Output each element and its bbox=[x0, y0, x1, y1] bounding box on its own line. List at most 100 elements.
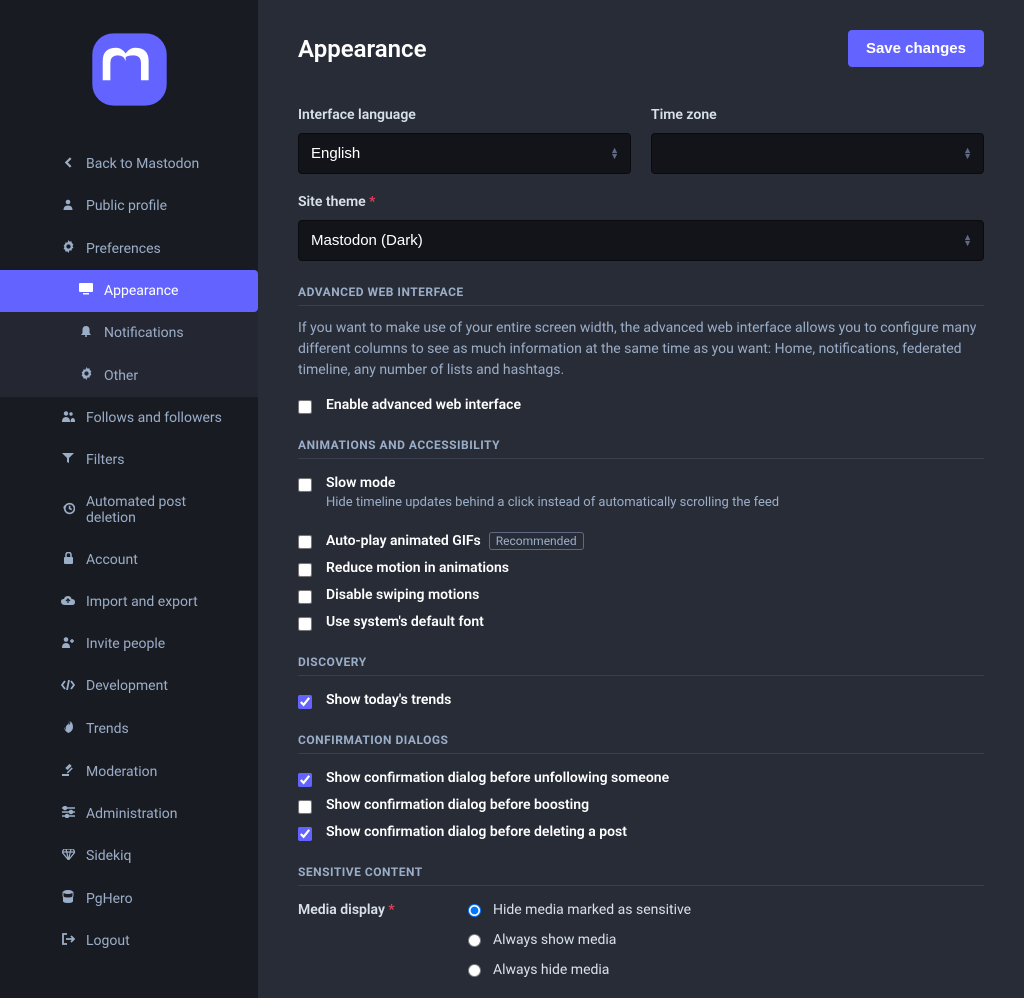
media-always-show-label: Always show media bbox=[493, 932, 616, 948]
gear-icon bbox=[78, 367, 94, 384]
disable-swiping-label: Disable swiping motions bbox=[326, 587, 479, 603]
bell-icon bbox=[78, 325, 94, 341]
filter-icon bbox=[60, 452, 76, 468]
users-icon bbox=[60, 410, 76, 426]
sidebar-item-label: Development bbox=[86, 678, 168, 694]
confirm-delete-checkbox[interactable] bbox=[298, 827, 312, 841]
site-theme-label: Site theme * bbox=[298, 194, 984, 210]
enable-advanced-checkbox[interactable] bbox=[298, 400, 312, 414]
interface-language-label: Interface language bbox=[298, 107, 631, 123]
sidebar-item-other[interactable]: Other bbox=[0, 354, 258, 397]
animations-section-title: ANIMATIONS AND ACCESSIBILITY bbox=[298, 438, 984, 459]
autoplay-label: Auto-play animated GIFsRecommended bbox=[326, 532, 584, 550]
main-content: Appearance Save changes Interface langua… bbox=[258, 0, 1024, 998]
sidebar-item-notifications[interactable]: Notifications bbox=[0, 312, 258, 354]
sidebar-item-back[interactable]: Back to Mastodon bbox=[0, 143, 258, 185]
sidebar-item-label: Other bbox=[104, 368, 138, 384]
sidebar: Back to Mastodon Public profile Preferen… bbox=[0, 0, 258, 998]
fire-icon bbox=[60, 720, 76, 737]
confirm-boost-checkbox[interactable] bbox=[298, 800, 312, 814]
reduce-motion-checkbox[interactable] bbox=[298, 563, 312, 577]
sidebar-item-label: PgHero bbox=[86, 891, 133, 907]
interface-language-select[interactable]: English bbox=[298, 133, 631, 174]
confirm-boost-label: Show confirmation dialog before boosting bbox=[326, 797, 589, 813]
media-hide-sensitive-radio[interactable] bbox=[468, 904, 481, 917]
sidebar-item-account[interactable]: Account bbox=[0, 539, 258, 581]
sidebar-item-trends[interactable]: Trends bbox=[0, 707, 258, 750]
sidebar-item-appearance[interactable]: Appearance bbox=[0, 270, 258, 312]
database-icon bbox=[60, 890, 76, 907]
sidebar-item-pghero[interactable]: PgHero bbox=[0, 877, 258, 920]
sidebar-item-label: Public profile bbox=[86, 198, 167, 214]
autoplay-checkbox[interactable] bbox=[298, 535, 312, 549]
media-always-hide-radio[interactable] bbox=[468, 964, 481, 977]
sliders-icon bbox=[60, 806, 76, 822]
sidebar-item-development[interactable]: Development bbox=[0, 665, 258, 707]
sidebar-item-preferences[interactable]: Preferences bbox=[0, 227, 258, 270]
sidebar-item-label: Logout bbox=[86, 933, 130, 949]
media-hide-sensitive-label: Hide media marked as sensitive bbox=[493, 902, 691, 918]
page-header: Appearance Save changes bbox=[298, 30, 984, 67]
sidebar-item-label: Back to Mastodon bbox=[86, 156, 199, 172]
chevron-left-icon bbox=[60, 157, 76, 172]
history-icon bbox=[60, 502, 76, 519]
time-zone-label: Time zone bbox=[651, 107, 984, 123]
confirmation-section-title: CONFIRMATION DIALOGS bbox=[298, 733, 984, 754]
sidebar-item-logout[interactable]: Logout bbox=[0, 920, 258, 962]
sidebar-item-label: Sidekiq bbox=[86, 848, 132, 864]
media-display-label: Media display * bbox=[298, 902, 428, 918]
sensitive-section-title: SENSITIVE CONTENT bbox=[298, 865, 984, 886]
confirm-delete-label: Show confirmation dialog before deleting… bbox=[326, 824, 627, 840]
sidebar-item-label: Account bbox=[86, 552, 138, 568]
sidebar-item-follows[interactable]: Follows and followers bbox=[0, 397, 258, 439]
sidebar-item-label: Moderation bbox=[86, 764, 157, 780]
disable-swiping-checkbox[interactable] bbox=[298, 590, 312, 604]
sidebar-item-label: Appearance bbox=[104, 283, 178, 299]
sidebar-item-label: Follows and followers bbox=[86, 410, 222, 426]
sidebar-item-label: Invite people bbox=[86, 636, 165, 652]
logout-icon bbox=[60, 933, 76, 949]
code-icon bbox=[60, 679, 76, 694]
advanced-section-title: ADVANCED WEB INTERFACE bbox=[298, 285, 984, 306]
confirm-unfollow-checkbox[interactable] bbox=[298, 773, 312, 787]
sidebar-item-filters[interactable]: Filters bbox=[0, 439, 258, 481]
sidebar-item-automated[interactable]: Automated post deletion bbox=[0, 481, 258, 539]
system-font-checkbox[interactable] bbox=[298, 617, 312, 631]
desktop-icon bbox=[78, 283, 94, 299]
confirm-unfollow-label: Show confirmation dialog before unfollow… bbox=[326, 770, 669, 786]
show-trends-checkbox[interactable] bbox=[298, 695, 312, 709]
sidebar-item-moderation[interactable]: Moderation bbox=[0, 750, 258, 793]
slow-mode-hint: Hide timeline updates behind a click ins… bbox=[326, 495, 779, 510]
site-theme-select[interactable]: Mastodon (Dark) bbox=[298, 220, 984, 261]
sidebar-item-import[interactable]: Import and export bbox=[0, 581, 258, 623]
user-plus-icon bbox=[60, 636, 76, 652]
enable-advanced-label: Enable advanced web interface bbox=[326, 397, 521, 413]
media-always-show-radio[interactable] bbox=[468, 934, 481, 947]
gem-icon bbox=[60, 849, 76, 864]
sidebar-item-invite[interactable]: Invite people bbox=[0, 623, 258, 665]
cloud-icon bbox=[60, 595, 76, 610]
system-font-label: Use system's default font bbox=[326, 614, 484, 630]
show-trends-label: Show today's trends bbox=[326, 692, 451, 708]
sidebar-item-label: Trends bbox=[86, 721, 129, 737]
reduce-motion-label: Reduce motion in animations bbox=[326, 560, 509, 576]
media-always-hide-label: Always hide media bbox=[493, 962, 609, 978]
page-title: Appearance bbox=[298, 35, 427, 63]
sidebar-item-profile[interactable]: Public profile bbox=[0, 185, 258, 227]
sidebar-item-sidekiq[interactable]: Sidekiq bbox=[0, 835, 258, 877]
gavel-icon bbox=[60, 763, 76, 780]
sidebar-item-label: Notifications bbox=[104, 325, 184, 341]
save-button[interactable]: Save changes bbox=[848, 30, 984, 67]
slow-mode-label: Slow mode bbox=[326, 475, 779, 491]
mastodon-logo-icon bbox=[87, 28, 172, 113]
sidebar-item-label: Filters bbox=[86, 452, 125, 468]
sidebar-item-label: Automated post deletion bbox=[86, 494, 238, 526]
gear-icon bbox=[60, 240, 76, 257]
sidebar-item-label: Import and export bbox=[86, 594, 198, 610]
sidebar-subnav: Appearance Notifications Other bbox=[0, 270, 258, 397]
logo[interactable] bbox=[0, 20, 258, 143]
sidebar-item-label: Preferences bbox=[86, 241, 161, 257]
slow-mode-checkbox[interactable] bbox=[298, 478, 312, 492]
time-zone-select[interactable] bbox=[651, 133, 984, 174]
sidebar-item-administration[interactable]: Administration bbox=[0, 793, 258, 835]
